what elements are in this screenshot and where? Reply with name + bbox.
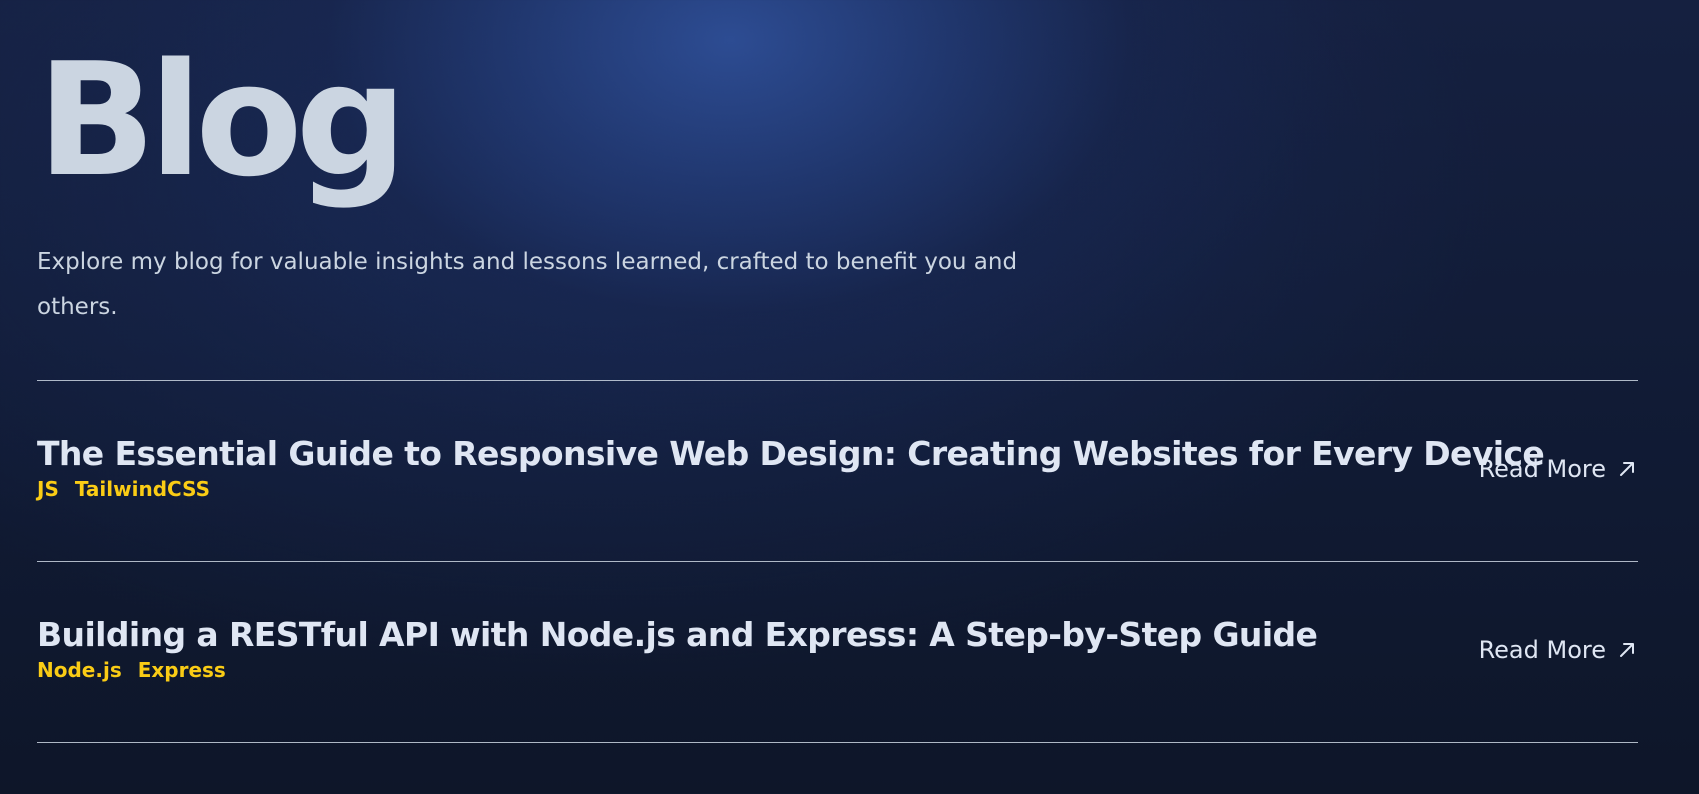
- post-tags: JS TailwindCSS: [37, 476, 210, 502]
- divider: [37, 742, 1638, 743]
- arrow-up-right-icon: [1620, 643, 1634, 657]
- divider: [37, 380, 1638, 381]
- read-more-label: Read More: [1478, 455, 1606, 483]
- divider: [37, 561, 1638, 562]
- arrow-up-right-icon: [1620, 462, 1634, 476]
- post-tag: Express: [137, 658, 226, 682]
- blog-post-item: Building a RESTful API with Node.js and …: [37, 615, 1638, 794]
- post-title[interactable]: The Essential Guide to Responsive Web De…: [37, 434, 1545, 474]
- post-tag: JS: [37, 477, 59, 501]
- page-title: Blog: [37, 29, 407, 211]
- post-title[interactable]: Building a RESTful API with Node.js and …: [37, 615, 1318, 655]
- post-tags: Node.js Express: [37, 657, 226, 683]
- read-more-label: Read More: [1478, 636, 1606, 664]
- page-intro: Explore my blog for valuable insights an…: [37, 249, 1018, 320]
- read-more-link[interactable]: Read More: [1479, 635, 1636, 665]
- post-tag: TailwindCSS: [74, 477, 210, 501]
- post-tag: Node.js: [37, 658, 122, 682]
- read-more-link[interactable]: Read More: [1479, 454, 1636, 484]
- blog-post-item: The Essential Guide to Responsive Web De…: [37, 434, 1638, 614]
